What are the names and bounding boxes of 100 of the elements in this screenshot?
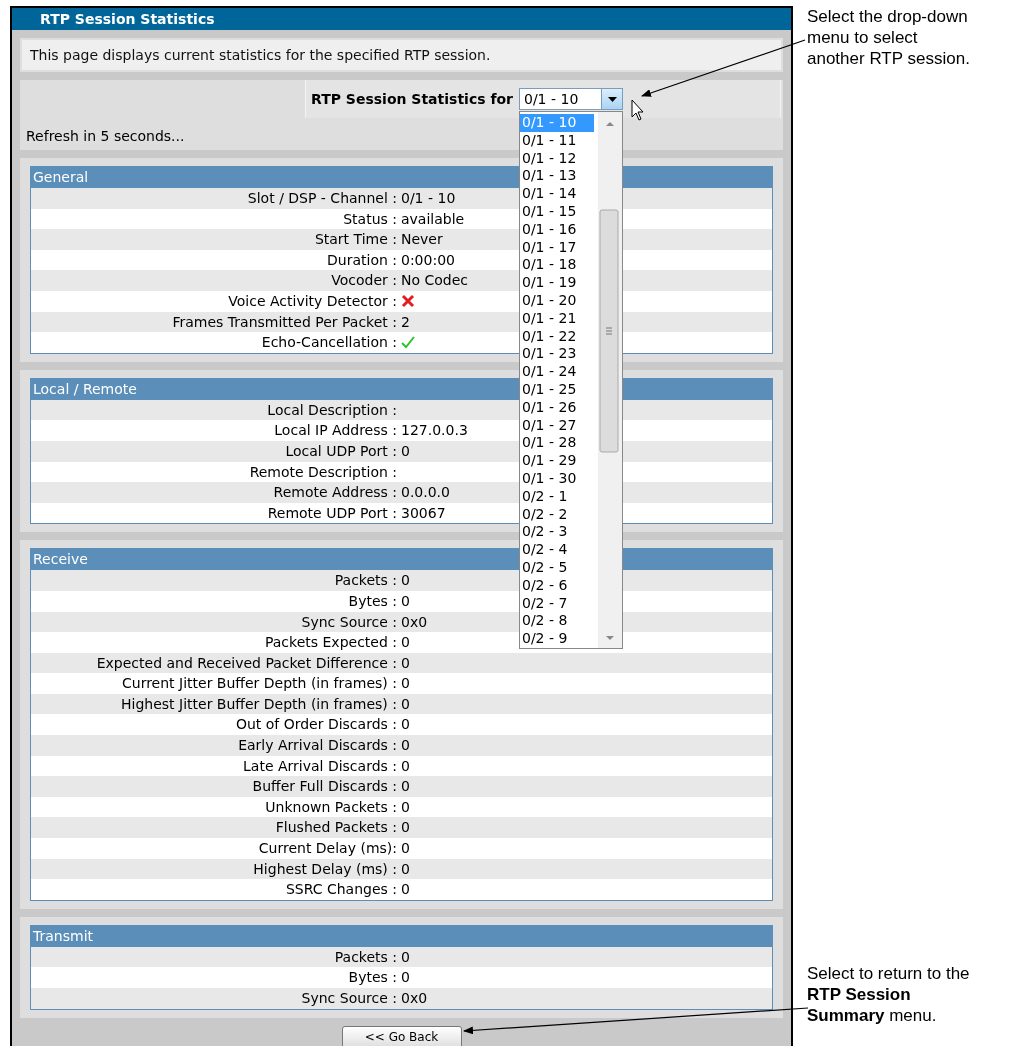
stat-value: 0 bbox=[401, 797, 410, 817]
stat-label: Duration : bbox=[326, 250, 397, 270]
stat-label: Current Delay (ms): bbox=[257, 839, 397, 859]
dropdown-option[interactable]: 0/2 - 9 bbox=[520, 630, 594, 648]
stat-value: 0.0.0.0 bbox=[401, 483, 450, 503]
stat-label: Local Description : bbox=[266, 400, 397, 420]
dropdown-option[interactable]: 0/2 - 5 bbox=[520, 558, 594, 577]
section-header: Transmit bbox=[31, 925, 772, 947]
stat-label: Packets Expected : bbox=[263, 633, 397, 653]
stat-value: 0 bbox=[401, 591, 410, 611]
description-text: This page displays current statistics for the specified RTP session. bbox=[22, 40, 781, 70]
stat-value: 0 bbox=[401, 859, 410, 879]
dropdown-option[interactable]: 0/2 - 1 bbox=[520, 487, 594, 506]
stat-label: Status : bbox=[342, 209, 397, 229]
stat-value: available bbox=[401, 209, 465, 229]
dropdown-option[interactable]: 0/2 - 3 bbox=[520, 523, 594, 542]
stat-value: 30067 bbox=[401, 503, 446, 523]
stat-value: 0x0 bbox=[401, 612, 428, 632]
dropdown-option[interactable]: 0/1 - 21 bbox=[520, 309, 594, 328]
stat-value: 0 bbox=[401, 736, 410, 756]
dropdown-option[interactable]: 0/1 - 17 bbox=[520, 238, 594, 257]
stat-value: Never bbox=[401, 230, 443, 250]
stat-label: Sync Source : bbox=[300, 612, 397, 632]
stat-value: 0 bbox=[401, 818, 410, 838]
stat-value: 0 bbox=[401, 653, 410, 673]
stat-label: Local IP Address : bbox=[273, 421, 397, 441]
annotation-text: Select to return to the RTP Session Summary menu. bbox=[807, 963, 971, 1026]
dropdown-option[interactable]: 0/1 - 25 bbox=[520, 380, 594, 399]
stat-value: 0 bbox=[401, 839, 410, 859]
dropdown-option[interactable]: 0/2 - 2 bbox=[520, 505, 594, 524]
stat-label: Highest Jitter Buffer Depth (in frames) : bbox=[120, 694, 397, 714]
dropdown-option[interactable]: 0/1 - 23 bbox=[520, 345, 594, 364]
session-dropdown[interactable]: 0/1 - 10 bbox=[519, 88, 623, 110]
dropdown-option[interactable]: 0/1 - 12 bbox=[520, 149, 594, 168]
stat-label: Bytes : bbox=[347, 591, 397, 611]
stat-label: Early Arrival Discards : bbox=[237, 736, 397, 756]
stat-value: 0 bbox=[401, 777, 410, 797]
dropdown-option[interactable]: 0/1 - 18 bbox=[520, 256, 594, 275]
stat-value: 0 bbox=[401, 633, 410, 653]
stat-value: 2 bbox=[401, 312, 410, 332]
stat-label: Vocoder : bbox=[330, 271, 397, 291]
dropdown-option[interactable]: 0/1 - 29 bbox=[520, 452, 594, 470]
stat-label: Buffer Full Discards : bbox=[251, 777, 397, 797]
stat-value: 0 bbox=[401, 694, 410, 714]
dropdown-option[interactable]: 0/2 - 8 bbox=[520, 612, 594, 631]
dropdown-option[interactable]: 0/2 - 4 bbox=[520, 541, 594, 559]
dropdown-option[interactable]: 0/1 - 28 bbox=[520, 434, 594, 453]
caret-icon bbox=[607, 96, 617, 102]
dropdown-option[interactable]: 0/1 - 26 bbox=[520, 398, 594, 417]
stat-label: Flushed Packets : bbox=[274, 818, 397, 838]
refresh-text: Refresh in 5 seconds... bbox=[26, 128, 185, 144]
stat-label: Highest Delay (ms) : bbox=[252, 859, 397, 879]
dropdown-option[interactable]: 0/1 - 11 bbox=[520, 131, 594, 150]
stat-value: 0 bbox=[401, 947, 410, 967]
dropdown-option[interactable]: 0/1 - 13 bbox=[520, 167, 594, 186]
stat-label: Remote Description : bbox=[248, 462, 397, 482]
stat-value: 0x0 bbox=[401, 989, 428, 1008]
dropdown-option[interactable]: 0/2 - 6 bbox=[520, 576, 594, 595]
dropdown-option[interactable]: 0/1 - 19 bbox=[520, 274, 594, 292]
dropdown-option[interactable]: 0/1 - 30 bbox=[520, 469, 594, 488]
window-title: RTP Session Statistics bbox=[12, 8, 791, 30]
stat-label: Voice Activity Detector : bbox=[227, 291, 397, 311]
stat-label: Remote Address : bbox=[272, 483, 397, 503]
stat-value: 0 bbox=[401, 441, 410, 461]
stat-label: Bytes : bbox=[347, 968, 397, 988]
dropdown-option[interactable]: 0/2 - 7 bbox=[520, 594, 594, 613]
stat-label: Unknown Packets : bbox=[264, 797, 397, 817]
stat-label: Packets : bbox=[333, 947, 397, 967]
dropdown-option[interactable]: 0/1 - 24 bbox=[520, 363, 594, 381]
selector-label: RTP Session Statistics for bbox=[311, 91, 513, 107]
stat-label: Current Jitter Buffer Depth (in frames) : bbox=[121, 674, 397, 694]
dropdown-option[interactable]: 0/1 - 20 bbox=[520, 291, 594, 310]
dropdown-option[interactable]: 0/1 - 27 bbox=[520, 416, 594, 435]
stat-label: Expected and Received Packet Difference : bbox=[95, 653, 397, 673]
dropdown-option[interactable]: 0/1 - 22 bbox=[520, 327, 594, 346]
stat-label: Echo-Cancellation : bbox=[260, 333, 397, 353]
annotation-text: Select the drop-down menu to select another RTP session. bbox=[807, 6, 971, 69]
dropdown-option[interactable]: 0/1 - 16 bbox=[520, 220, 594, 239]
stat-value: 0/1 - 10 bbox=[401, 189, 456, 208]
stat-value: 0 bbox=[401, 880, 410, 900]
stat-value: No Codec bbox=[401, 271, 469, 291]
stat-value: 0 bbox=[401, 756, 410, 776]
stat-label: SSRC Changes : bbox=[284, 880, 397, 900]
stat-value: 127.0.0.3 bbox=[401, 421, 468, 441]
stat-label: Frames Transmitted Per Packet : bbox=[171, 312, 397, 332]
stat-label: Sync Source : bbox=[300, 989, 397, 1008]
stat-label: Out of Order Discards : bbox=[234, 715, 397, 735]
go-back-button[interactable]: << Go Back bbox=[341, 1025, 462, 1046]
stat-value: 0:00:00 bbox=[401, 250, 455, 270]
dropdown-option[interactable]: 0/1 - 15 bbox=[520, 203, 594, 221]
stat-label: Late Arrival Discards : bbox=[242, 756, 397, 776]
stat-label: Local UDP Port : bbox=[284, 441, 397, 461]
stat-label: Slot / DSP - Channel : bbox=[246, 189, 397, 208]
stat-value: 0 bbox=[401, 968, 410, 988]
stat-label: Packets : bbox=[333, 571, 397, 591]
dropdown-option[interactable]: 0/1 - 14 bbox=[520, 185, 594, 203]
stat-value: 0 bbox=[401, 715, 410, 735]
stat-label: Start Time : bbox=[313, 230, 397, 250]
stat-label: Remote UDP Port : bbox=[266, 503, 397, 523]
stat-value: 0 bbox=[401, 674, 410, 694]
